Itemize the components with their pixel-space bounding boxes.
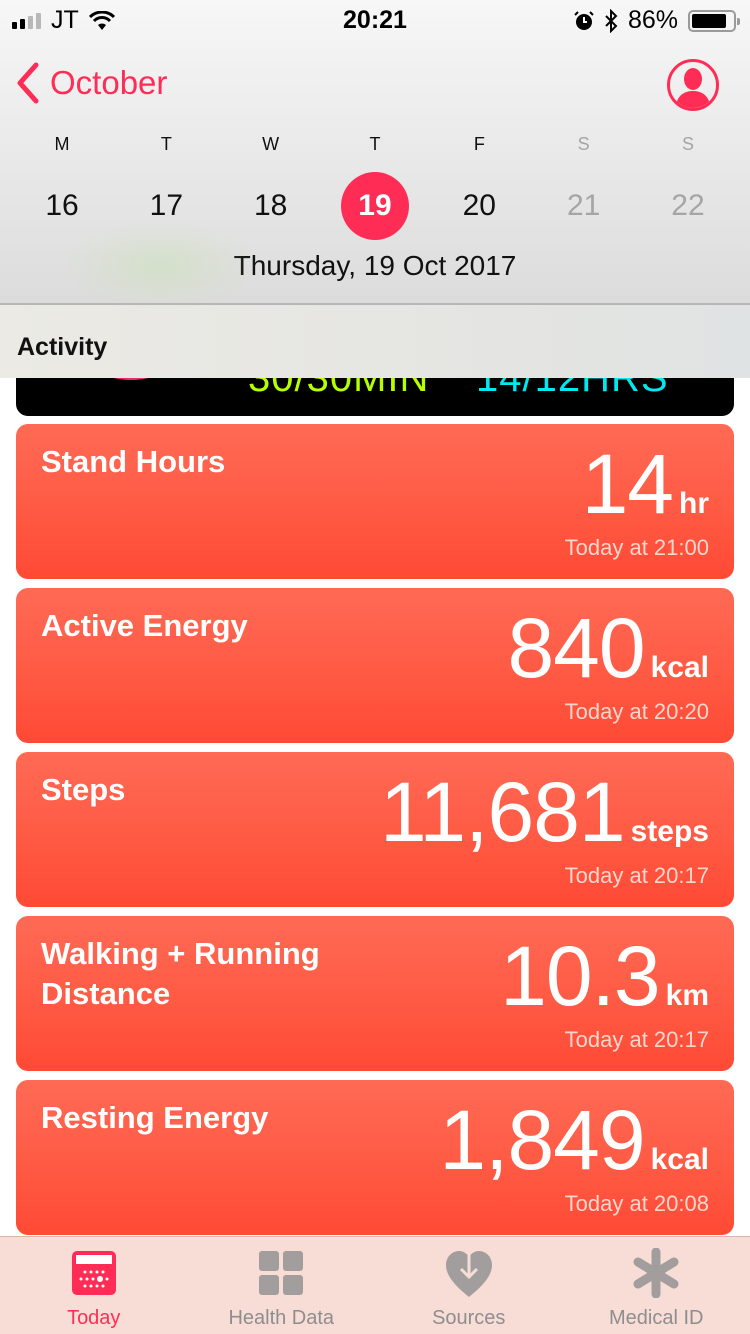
medical-id-icon xyxy=(633,1248,679,1298)
card-value-unit: steps xyxy=(630,815,709,848)
walking-running-distance-card[interactable]: Walking + Running Distance 10.3 km Today… xyxy=(16,916,734,1071)
day-letter: F xyxy=(473,134,485,154)
resting-energy-card[interactable]: Resting Energy 1,849 kcal Today at 20:08 xyxy=(16,1080,734,1235)
day-number: 18 xyxy=(253,189,288,222)
card-timestamp: Today at 20:08 xyxy=(564,1191,709,1216)
card-timestamp: Today at 20:17 xyxy=(564,863,709,888)
status-right: 86% xyxy=(574,6,740,35)
card-value-number: 1,849 xyxy=(439,1093,645,1187)
day-letter: M xyxy=(54,134,70,154)
day-number: 17 xyxy=(149,189,184,222)
tab-medical-id[interactable]: Medical ID xyxy=(563,1237,750,1334)
week-strip: M 16 T 17 W 18 T 19 F 20 S 21 S 22 xyxy=(0,130,750,240)
day-20[interactable]: F 20 xyxy=(427,130,531,240)
chevron-left-icon xyxy=(17,62,39,104)
profile-button[interactable] xyxy=(667,59,719,111)
stand-hours-card[interactable]: Stand Hours 14 hr Today at 21:00 xyxy=(16,424,734,579)
person-icon xyxy=(676,68,710,108)
card-value-unit: km xyxy=(665,979,709,1012)
card-title: Resting Energy xyxy=(41,1100,269,1135)
day-number: 21 xyxy=(566,189,601,222)
day-18[interactable]: W 18 xyxy=(219,130,323,240)
selected-day-number: 19 xyxy=(340,172,409,240)
card-title: Stand Hours xyxy=(41,444,226,479)
active-energy-card[interactable]: Active Energy 840 kcal Today at 20:20 xyxy=(16,588,734,743)
health-data-icon xyxy=(259,1251,304,1295)
today-icon xyxy=(71,1251,116,1295)
card-timestamp: Today at 20:20 xyxy=(564,699,709,724)
section-header: Activity xyxy=(0,305,750,378)
card-value-number: 840 xyxy=(507,601,645,695)
day-letter: W xyxy=(262,134,280,154)
card-value: 10.3 km xyxy=(500,928,709,1025)
battery-percent: 86% xyxy=(627,6,678,34)
day-19[interactable]: T 19 xyxy=(323,130,427,240)
card-timestamp: Today at 21:00 xyxy=(564,535,709,560)
tab-label: Sources xyxy=(432,1307,506,1329)
bluetooth-icon xyxy=(605,8,618,33)
battery-icon xyxy=(688,9,740,32)
steps-card[interactable]: Steps 11,681 steps Today at 20:17 xyxy=(16,752,734,907)
tab-bar: Today Health Data Sources Medical ID xyxy=(0,1236,750,1334)
card-value-number: 11,681 xyxy=(379,765,626,859)
day-letter: T xyxy=(369,134,381,154)
back-button[interactable]: October xyxy=(16,62,167,104)
card-value: 11,681 steps xyxy=(380,764,709,861)
day-21[interactable]: S 21 xyxy=(532,130,636,240)
tab-label: Health Data xyxy=(228,1307,335,1329)
day-16[interactable]: M 16 xyxy=(10,130,114,240)
card-value-unit: hr xyxy=(679,487,709,520)
card-value-number: 10.3 xyxy=(500,929,660,1023)
section-title: Activity xyxy=(17,333,108,361)
day-number: 16 xyxy=(45,189,79,222)
card-value: 1,849 kcal xyxy=(439,1092,709,1189)
tab-sources[interactable]: Sources xyxy=(375,1237,563,1334)
card-value-unit: kcal xyxy=(650,651,709,684)
card-title: Walking + Running Distance xyxy=(41,936,320,1011)
tab-label: Today xyxy=(67,1307,121,1329)
card-title: Steps xyxy=(41,772,126,807)
day-number: 22 xyxy=(671,189,705,222)
day-17[interactable]: T 17 xyxy=(114,130,218,240)
card-title: Active Energy xyxy=(41,608,248,643)
card-timestamp: Today at 20:17 xyxy=(564,1027,709,1052)
tab-today[interactable]: Today xyxy=(0,1237,188,1334)
header: JT 20:21 86% October M 16 T 17 W 18 T 19… xyxy=(0,0,750,310)
day-22[interactable]: S 22 xyxy=(636,130,740,240)
alarm-icon xyxy=(574,10,594,30)
card-value: 840 kcal xyxy=(507,600,709,697)
tab-label: Medical ID xyxy=(609,1307,704,1329)
tab-health-data[interactable]: Health Data xyxy=(188,1237,376,1334)
card-value-unit: kcal xyxy=(650,1143,709,1176)
sources-icon xyxy=(445,1247,492,1297)
day-number: 20 xyxy=(462,189,496,222)
selected-date: Thursday, 19 Oct 2017 xyxy=(233,250,517,281)
back-label: October xyxy=(50,64,168,101)
card-value-number: 14 xyxy=(581,437,674,531)
day-letter: S xyxy=(681,134,694,154)
card-value: 14 hr xyxy=(582,436,709,533)
status-bar: JT 20:21 86% xyxy=(0,0,750,40)
day-letter: S xyxy=(577,134,590,154)
day-letter: T xyxy=(160,134,172,154)
